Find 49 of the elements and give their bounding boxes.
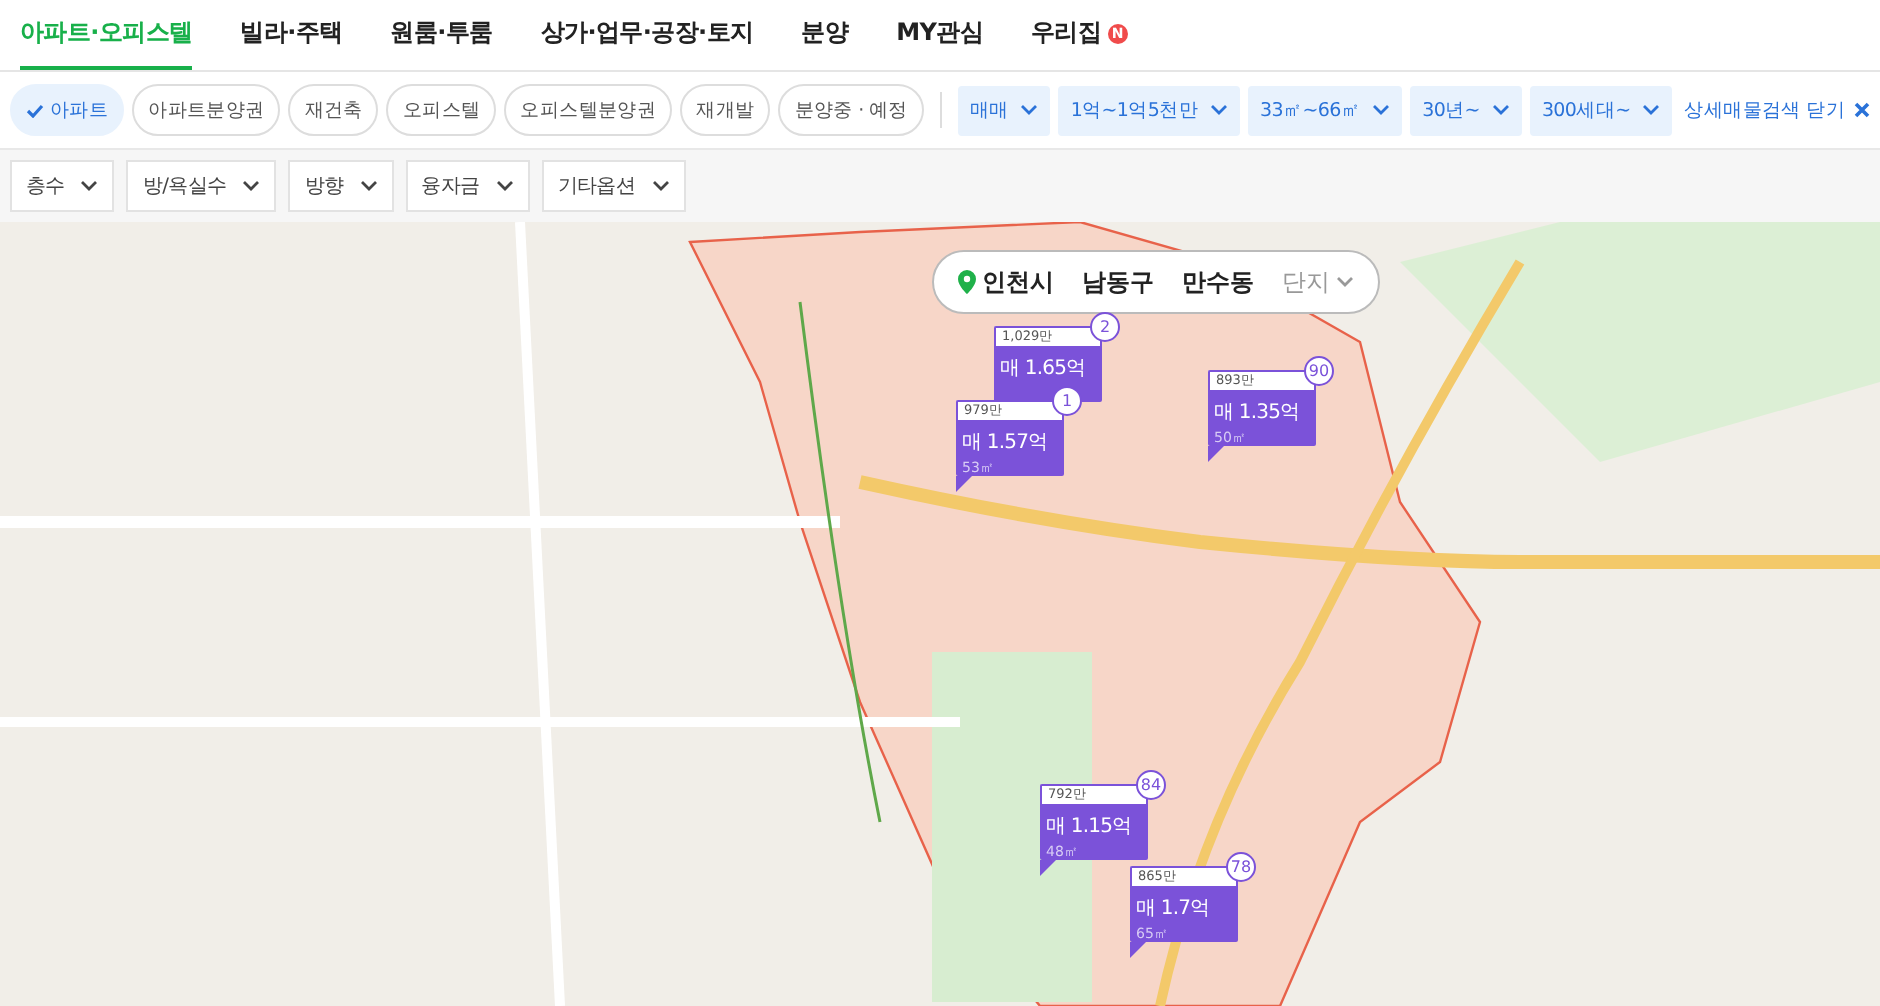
property-type-chip[interactable]: 재개발 — [680, 84, 771, 136]
caret-icon — [1336, 276, 1354, 288]
map-pin-icon — [958, 270, 976, 294]
marker-tail-icon — [1130, 942, 1146, 958]
marker-tail-icon — [956, 476, 972, 492]
filter-dropdown[interactable]: 30년~ — [1410, 85, 1522, 135]
property-type-chip[interactable]: 아파트 — [10, 84, 125, 136]
caret-icon — [359, 180, 378, 192]
sale-price: 매 1.15억 — [1044, 814, 1134, 840]
caret-icon — [1020, 104, 1039, 116]
property-type-chip[interactable]: 재건축 — [288, 84, 379, 136]
caret-icon — [495, 180, 514, 192]
marker-tail-icon — [1208, 446, 1224, 462]
option-dropdown[interactable]: 기타옵션 — [541, 160, 686, 212]
caret-icon — [1642, 104, 1661, 116]
property-type-chip[interactable]: 오피스텔분양권 — [504, 84, 673, 136]
filter-dropdown[interactable]: 300세대~ — [1529, 85, 1673, 135]
filter-dropdown[interactable]: 1억~1억5천만 — [1058, 85, 1241, 135]
filter-dropdown[interactable]: 매매 — [957, 85, 1051, 135]
option-dropdown[interactable]: 방향 — [288, 160, 394, 212]
sale-price: 매 1.7억 — [1134, 896, 1212, 922]
breadcrumb-item[interactable]: 인천시 — [958, 265, 1054, 299]
breadcrumb-item[interactable]: 만수동 — [1182, 265, 1254, 299]
caret-icon — [80, 180, 99, 192]
check-icon — [26, 103, 44, 117]
nav-tab[interactable]: 상가·업무·공장·토지 — [540, 0, 754, 70]
property-type-chip[interactable]: 아파트분양권 — [132, 84, 281, 136]
sale-price: 매 1.65억 — [998, 356, 1088, 382]
option-dropdown[interactable]: 융자금 — [405, 160, 530, 212]
sale-price: 매 1.57억 — [960, 430, 1050, 456]
option-dropdown[interactable]: 층수 — [10, 160, 115, 212]
property-type-chip[interactable]: 분양중 · 예정 — [778, 84, 924, 136]
close-icon — [1853, 102, 1870, 118]
nav-tab[interactable]: MY관심 — [896, 0, 984, 70]
nav-tab[interactable]: 분양 — [801, 0, 849, 70]
caret-icon — [242, 180, 261, 192]
sale-price: 매 1.35억 — [1212, 400, 1302, 426]
property-type-chip[interactable]: 오피스텔 — [386, 84, 497, 136]
filter-dropdown[interactable]: 33㎡~66㎡ — [1248, 85, 1403, 135]
option-dropdown[interactable]: 방/욕실수 — [126, 160, 277, 212]
caret-icon — [1491, 104, 1510, 116]
caret-icon — [651, 180, 670, 192]
breadcrumb-item[interactable]: 남동구 — [1082, 265, 1154, 299]
nav-tab[interactable]: 원룸·투룸 — [390, 0, 493, 70]
caret-icon — [1210, 104, 1229, 116]
close-detail-search-link[interactable]: 상세매물검색 닫기 — [1684, 97, 1870, 123]
nav-tab[interactable]: 빌라·주택 — [240, 0, 343, 70]
caret-icon — [1372, 104, 1391, 116]
marker-tail-icon — [1040, 860, 1056, 876]
